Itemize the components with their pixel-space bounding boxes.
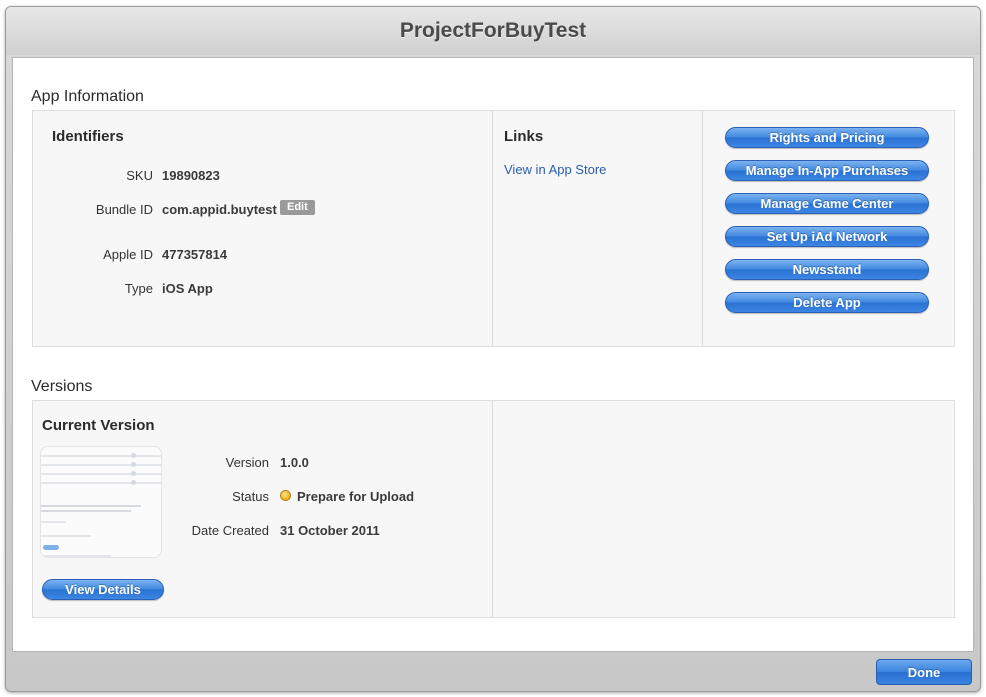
identifiers-title: Identifiers — [52, 128, 124, 145]
manage-game-center-button[interactable]: Manage Game Center — [725, 193, 929, 214]
app-information-heading: App Information — [31, 88, 144, 105]
bundle-id-label: Bundle ID — [95, 202, 153, 217]
versions-heading: Versions — [31, 378, 93, 395]
main-content: App Information Identifiers SKU 19890823… — [12, 57, 974, 652]
thumbnail-line — [41, 473, 161, 475]
sku-value: 19890823 — [162, 168, 220, 183]
versions-panel: Current Version Version 1.0.0 Status Pre… — [32, 400, 955, 618]
done-button[interactable]: Done — [876, 659, 972, 685]
thumbnail-line — [41, 464, 161, 466]
thumbnail-line — [41, 521, 66, 523]
window-title: ProjectForBuyTest — [399, 19, 587, 42]
set-up-iad-network-button[interactable]: Set Up iAd Network — [725, 226, 929, 247]
view-details-button[interactable]: View Details — [42, 579, 164, 600]
thumbnail-line — [41, 510, 131, 512]
thumbnail-dot — [131, 453, 136, 458]
date-created-value: 31 October 2011 — [280, 523, 380, 538]
view-in-app-store-link[interactable]: View in App Store — [504, 162, 606, 177]
bundle-id-value: com.appid.buytest — [162, 202, 277, 217]
current-version-title: Current Version — [42, 417, 155, 434]
edit-bundle-id-button[interactable]: Edit — [280, 200, 315, 215]
delete-app-button[interactable]: Delete App — [725, 292, 929, 313]
manage-in-app-purchases-button[interactable]: Manage In-App Purchases — [725, 160, 929, 181]
apple-id-label: Apple ID — [103, 247, 153, 262]
version-label: Version — [225, 455, 269, 470]
version-value: 1.0.0 — [280, 455, 309, 470]
rights-and-pricing-button[interactable]: Rights and Pricing — [725, 127, 929, 148]
app-information-panel: Identifiers SKU 19890823 Bundle ID com.a… — [32, 110, 955, 347]
thumbnail-dot — [131, 471, 136, 476]
type-label: Type — [124, 281, 153, 296]
apple-id-value: 477357814 — [162, 247, 228, 262]
panel-divider — [492, 401, 493, 617]
title-bar: ProjectForBuyTest — [6, 7, 980, 55]
app-window: ProjectForBuyTest App Information Identi… — [5, 6, 981, 692]
status-value: Prepare for Upload — [297, 489, 415, 504]
sku-label: SKU — [126, 168, 153, 183]
thumbnail-dot — [131, 462, 136, 467]
thumbnail-line — [41, 555, 111, 557]
type-value: iOS App — [162, 281, 213, 296]
thumbnail-line — [41, 505, 141, 507]
thumbnail-button — [43, 545, 59, 550]
newsstand-button[interactable]: Newsstand — [725, 259, 929, 280]
links-title: Links — [504, 128, 544, 145]
thumbnail-line — [41, 482, 161, 484]
panel-divider — [492, 111, 493, 346]
date-created-label: Date Created — [191, 523, 269, 538]
status-label: Status — [232, 489, 269, 504]
panel-divider — [702, 111, 703, 346]
app-screenshot-thumbnail[interactable] — [40, 446, 162, 558]
thumbnail-line — [41, 455, 161, 457]
thumbnail-line — [41, 535, 91, 537]
thumbnail-dot — [131, 480, 136, 485]
status-yellow-icon — [280, 490, 291, 501]
